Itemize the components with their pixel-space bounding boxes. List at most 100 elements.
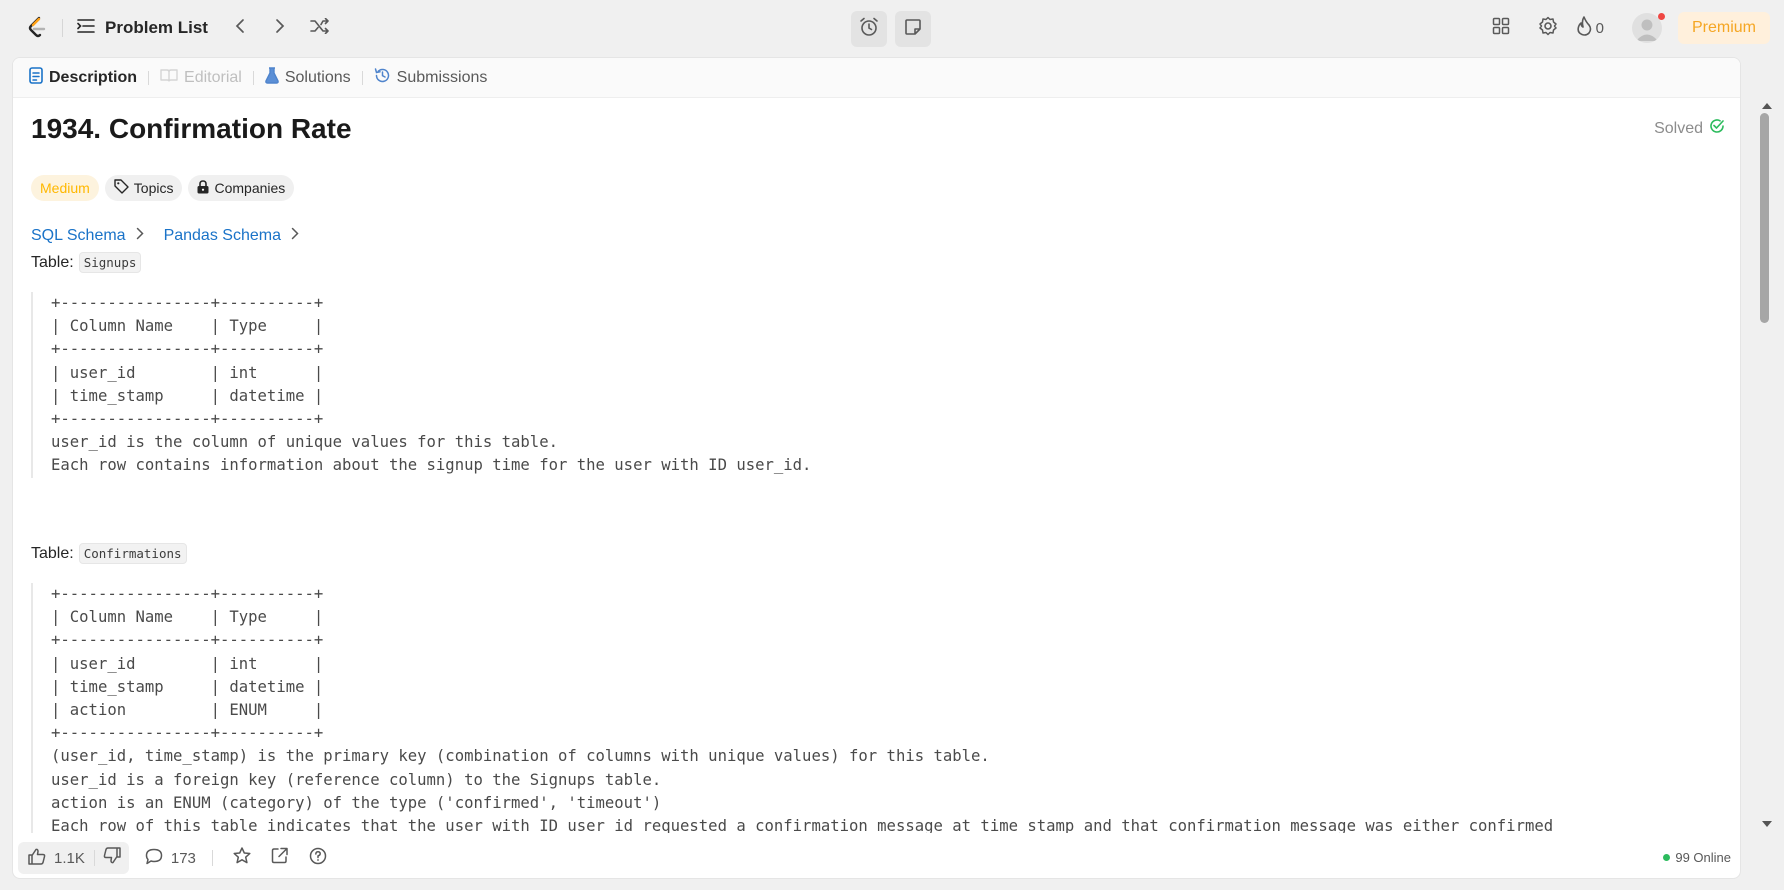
panel-footer: 1.1K 173 99 Online — [12, 838, 1741, 878]
check-circle-icon — [1709, 118, 1725, 139]
history-icon — [374, 67, 391, 89]
signups-schema-block: +----------------+----------+ | Column Na… — [31, 292, 811, 478]
leetcode-logo-icon[interactable] — [22, 12, 52, 44]
layout-grid-icon — [1492, 17, 1510, 40]
code-line: | action | ENUM | — [51, 701, 324, 720]
online-count: 99 Online — [1675, 850, 1731, 865]
scroll-up-arrow[interactable] — [1762, 103, 1772, 109]
comment-count: 173 — [170, 849, 196, 867]
scroll-down-arrow[interactable] — [1762, 821, 1772, 827]
nav-right-group: 0 Premium — [1472, 10, 1770, 46]
code-line: | time_stamp | datetime | — [51, 386, 324, 405]
panel-tabs: Description Editorial Solutions Submissi… — [13, 58, 1740, 98]
code-line: | Column Name | Type | — [51, 317, 324, 336]
signups-table-heading: Table: Signups — [31, 252, 142, 273]
code-line: +----------------+----------+ — [51, 294, 324, 312]
pandas-schema-link[interactable]: Pandas Schema — [164, 227, 299, 245]
tab-editorial[interactable]: Editorial — [158, 68, 244, 87]
tab-submissions-label: Submissions — [396, 68, 488, 86]
footer-divider — [211, 850, 213, 866]
star-icon — [233, 847, 251, 869]
timer-button[interactable] — [851, 11, 887, 47]
tab-solutions[interactable]: Solutions — [263, 66, 353, 89]
confirmations-schema-block: +----------------+----------+ | Column Na… — [31, 583, 1553, 833]
notes-button[interactable] — [895, 11, 931, 47]
layout-button[interactable] — [1483, 10, 1519, 46]
tab-divider — [361, 70, 363, 85]
streak-count: 0 — [1595, 19, 1604, 37]
gear-icon — [1538, 16, 1558, 41]
schema-links: SQL Schema Pandas Schema — [31, 227, 299, 245]
code-line: Each row of this table indicates that th… — [51, 817, 1554, 833]
tab-divider — [252, 70, 254, 85]
online-dot — [1663, 854, 1671, 861]
premium-button[interactable]: Premium — [1677, 12, 1770, 44]
tab-submissions[interactable]: Submissions — [372, 67, 490, 89]
random-problem-button[interactable] — [300, 12, 340, 44]
problem-list-button[interactable]: Problem List — [77, 18, 208, 39]
companies-badge[interactable]: Companies — [188, 175, 295, 201]
tab-description-label: Description — [49, 68, 138, 86]
comments-button[interactable]: 173 — [145, 848, 196, 869]
problem-list-label: Problem List — [105, 18, 208, 37]
chevron-right-icon — [136, 227, 144, 245]
code-line: +----------------+----------+ — [51, 585, 324, 603]
sql-schema-label: SQL Schema — [31, 227, 126, 244]
next-problem-button[interactable] — [260, 12, 300, 44]
settings-button[interactable] — [1530, 10, 1566, 46]
nav-left-group: Problem List — [22, 12, 340, 44]
dislike-button[interactable] — [95, 847, 129, 869]
thumbs-down-icon — [103, 847, 121, 869]
code-line: action is an ENUM (category) of the type… — [51, 793, 662, 812]
favorite-button[interactable] — [233, 847, 251, 869]
difficulty-badge: Medium — [31, 175, 99, 201]
streak-counter[interactable]: 0 — [1576, 15, 1604, 41]
document-icon — [29, 66, 43, 89]
code-line: +----------------+----------+ — [51, 340, 324, 359]
prev-problem-button[interactable] — [220, 12, 260, 44]
like-button[interactable]: 1.1K — [18, 848, 94, 869]
description-panel: Description Editorial Solutions Submissi… — [12, 57, 1741, 879]
code-line: +----------------+----------+ — [51, 410, 324, 429]
pandas-schema-label: Pandas Schema — [163, 227, 281, 244]
tab-description[interactable]: Description — [27, 66, 139, 89]
share-button[interactable] — [271, 847, 289, 869]
thumbs-up-icon — [28, 848, 46, 869]
code-line: +----------------+----------+ — [51, 724, 324, 743]
solved-status: Solved — [1654, 118, 1725, 139]
topics-badge[interactable]: Topics — [104, 175, 183, 201]
help-button[interactable] — [309, 847, 327, 870]
tab-divider — [148, 70, 150, 85]
tab-solutions-label: Solutions — [284, 68, 351, 86]
table-name-code: Confirmations — [78, 543, 187, 564]
solved-label: Solved — [1654, 119, 1703, 137]
companies-label: Companies — [214, 180, 286, 196]
code-line: +----------------+----------+ — [51, 631, 324, 650]
sql-schema-link[interactable]: SQL Schema — [31, 227, 144, 245]
code-line: user_id is a foreign key (reference colu… — [51, 770, 662, 789]
table-name-code: Signups — [78, 252, 142, 273]
online-indicator: 99 Online — [1663, 850, 1731, 865]
chevron-right-icon — [291, 227, 299, 245]
topics-label: Topics — [133, 180, 174, 196]
top-navbar: Problem List 0 Premium — [0, 0, 1784, 56]
tab-editorial-label: Editorial — [184, 68, 242, 86]
vote-group: 1.1K — [18, 842, 129, 874]
code-line: | Column Name | Type | — [51, 608, 324, 627]
scrollbar-thumb[interactable] — [1760, 113, 1769, 323]
chevron-left-icon — [235, 18, 245, 39]
problem-title: 1934. Confirmation Rate — [31, 113, 352, 144]
chevron-right-icon — [275, 18, 285, 39]
code-line: | user_id | int | — [51, 654, 324, 673]
table-prefix: Table: — [31, 253, 74, 271]
problem-badges: Medium Topics Companies — [31, 175, 295, 201]
comment-icon — [145, 848, 163, 869]
nav-divider — [62, 19, 63, 37]
sticky-note-icon — [904, 18, 922, 41]
like-count: 1.1K — [54, 849, 85, 867]
flame-icon — [1576, 15, 1592, 41]
table-prefix: Table: — [31, 544, 74, 562]
nav-center-group — [851, 11, 931, 47]
code-line: user_id is the column of unique values f… — [51, 433, 558, 452]
book-icon — [160, 68, 178, 87]
